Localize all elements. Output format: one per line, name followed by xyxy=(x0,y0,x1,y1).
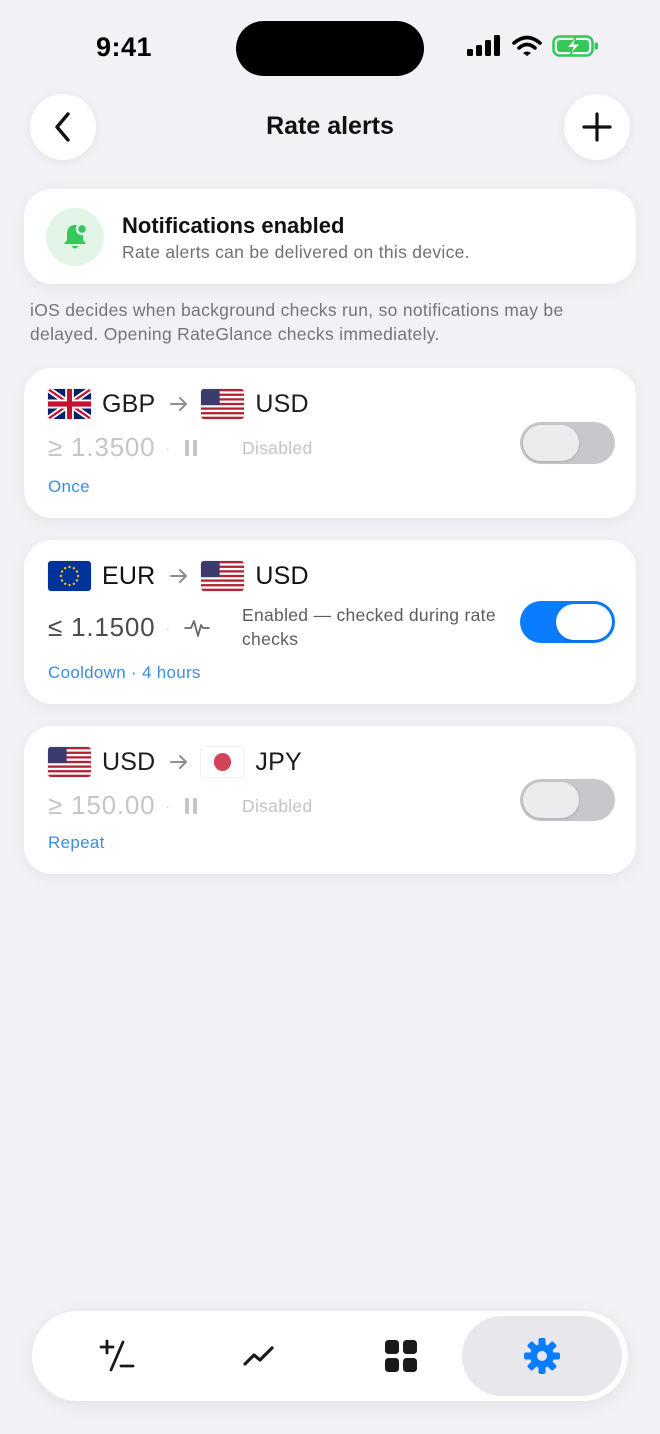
flag-uk-icon xyxy=(48,389,91,419)
flag-eu-icon xyxy=(48,561,91,591)
tab-converter[interactable] xyxy=(42,1316,192,1396)
pulse-icon xyxy=(184,616,210,640)
cellular-signal-icon xyxy=(467,35,500,56)
chart-line-icon xyxy=(243,1346,274,1366)
tab-settings[interactable] xyxy=(462,1316,622,1396)
threshold-value: ≥ 150.00 xyxy=(48,790,156,820)
status-time: 9:41 xyxy=(96,32,153,62)
status-bar: 9:41 xyxy=(0,0,660,96)
alert-frequency: Cooldown · 4 hours xyxy=(48,663,201,682)
flag-jp-icon xyxy=(201,747,245,777)
pause-icon xyxy=(184,796,198,816)
alert-card-usd-jpy[interactable]: USD JPY ≥ 150.00 · Disabled Repeat xyxy=(24,726,636,874)
page-title: Rate alerts xyxy=(266,112,394,140)
to-currency: USD xyxy=(255,389,309,418)
wifi-icon xyxy=(512,35,542,56)
tab-dashboard[interactable] xyxy=(326,1316,476,1396)
to-currency: USD xyxy=(255,561,309,590)
bell-icon xyxy=(64,222,89,249)
notifications-status-card: Notifications enabled Rate alerts can be… xyxy=(24,189,636,284)
currency-pair: USD JPY xyxy=(48,746,302,778)
alert-state: Enabled — checked during rate checks xyxy=(242,605,496,649)
gear-icon xyxy=(524,1338,560,1374)
alert-card-eur-usd[interactable]: EUR USD ≤ 1.1500 · Enabled — checked dur… xyxy=(24,540,636,704)
arrow-right-icon xyxy=(169,568,189,584)
background-check-info: iOS decides when background checks run, … xyxy=(30,300,564,344)
alert-card-gbp-usd[interactable]: GBP USD ≥ 1.3500 · Disabled Once xyxy=(24,368,636,518)
bell-icon-badge xyxy=(46,208,104,266)
threshold-value: ≥ 1.3500 xyxy=(48,432,156,462)
tab-bar xyxy=(32,1311,628,1401)
flag-us-icon xyxy=(201,389,245,419)
flag-us-icon xyxy=(48,747,91,777)
status-icons xyxy=(466,34,600,58)
notifications-title: Notifications enabled xyxy=(122,213,345,238)
from-currency: USD xyxy=(102,747,156,776)
plus-icon xyxy=(582,112,612,142)
alert-toggle[interactable] xyxy=(520,601,615,643)
alert-toggle[interactable] xyxy=(520,422,615,464)
threshold-value: ≤ 1.1500 xyxy=(48,612,156,642)
add-alert-button[interactable] xyxy=(564,94,630,160)
alert-state: Disabled xyxy=(242,796,313,816)
from-currency: EUR xyxy=(102,561,156,590)
threshold-row: ≤ 1.1500 · xyxy=(48,612,210,643)
plus-minus-icon xyxy=(99,1339,135,1372)
pause-icon xyxy=(184,438,198,458)
dynamic-island xyxy=(236,21,424,76)
flag-us-icon xyxy=(201,561,245,591)
battery-charging-icon xyxy=(552,35,598,57)
alert-toggle[interactable] xyxy=(520,779,615,821)
from-currency: GBP xyxy=(102,389,156,418)
to-currency: JPY xyxy=(255,747,302,776)
threshold-row: ≥ 1.3500 · xyxy=(48,432,198,463)
alert-frequency: Repeat xyxy=(48,833,105,852)
arrow-right-icon xyxy=(169,396,189,412)
currency-pair: GBP USD xyxy=(48,388,309,420)
grid-icon xyxy=(385,1340,417,1372)
currency-pair: EUR USD xyxy=(48,560,309,592)
notifications-subtitle: Rate alerts can be delivered on this dev… xyxy=(122,242,470,262)
threshold-row: ≥ 150.00 · xyxy=(48,790,198,821)
arrow-right-icon xyxy=(169,754,189,770)
alert-state: Disabled xyxy=(242,438,313,458)
alert-frequency: Once xyxy=(48,477,90,496)
tab-charts[interactable] xyxy=(184,1316,334,1396)
